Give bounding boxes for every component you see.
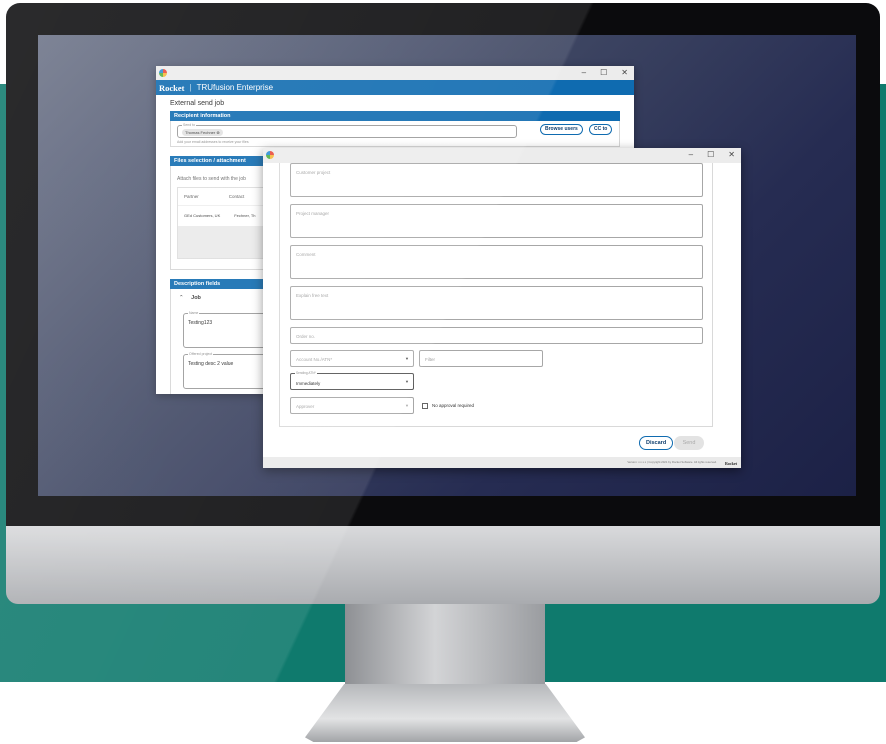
offered-project-field[interactable]: Offered project Testing desc 2 value [183, 352, 273, 389]
job-details-window: – ☐ ✕ Customer project Project manager C… [263, 148, 741, 468]
maximize-icon[interactable]: ☐ [600, 66, 607, 80]
send-button[interactable]: Send [674, 436, 704, 450]
app-icon [266, 151, 274, 159]
job-name-value: Testing123 [188, 320, 213, 326]
monitor-chin [6, 526, 880, 604]
no-approval-label: No approval required [432, 403, 475, 408]
minimize-icon[interactable]: – [582, 66, 586, 80]
recipient-section-header: Recipient information [170, 111, 620, 121]
offered-project-label: Offered project [188, 352, 214, 356]
chevron-up-icon: ⌃ [179, 295, 184, 301]
column-partner[interactable]: Partner [184, 194, 199, 199]
customer-project-field[interactable]: Customer project [290, 163, 703, 197]
job-name-label: Name [188, 311, 200, 315]
page-title: External send job [170, 100, 225, 107]
approver-placeholder: Approver [296, 404, 315, 409]
cc-to-button[interactable]: CC to [589, 124, 613, 135]
no-approval-checkbox[interactable] [422, 403, 428, 409]
sending-value: Immediately [296, 381, 321, 386]
order-no-placeholder: Order no. [296, 334, 316, 339]
send-to-hint: Add your email addresses to receive your… [177, 140, 249, 144]
marketing-stage: – ☐ ✕ Rocket | TRUfusion Enterprise Exte… [0, 0, 886, 744]
discard-button[interactable]: Discard [639, 436, 674, 450]
minimize-icon[interactable]: – [689, 148, 693, 162]
dropdown-arrow-icon: ▼ [405, 379, 409, 384]
approver-select[interactable]: Approver ▼ [290, 397, 414, 414]
form-frame: Customer project Project manager Comment… [279, 163, 713, 427]
sending-label: Sending ATN* [295, 371, 317, 375]
job-group-label: Job [191, 295, 201, 301]
browse-users-button[interactable]: Browse users [540, 124, 583, 135]
comment-placeholder: Comment [296, 252, 316, 257]
recipient-section: Send to Thomas Fechner ⊗ Add your email … [170, 121, 620, 147]
recipient-chip[interactable]: Thomas Fechner ⊗ [182, 129, 223, 136]
cell-partner: GEd Customers, UK [184, 213, 221, 218]
close-icon[interactable]: ✕ [621, 66, 628, 80]
sending-select[interactable]: Sending ATN* Immediately ▼ [290, 371, 414, 390]
explain-free-text-field[interactable]: Explain free text [290, 286, 703, 320]
project-manager-placeholder: Project manager [296, 211, 330, 216]
filter-field[interactable]: Filter [419, 350, 543, 367]
monitor-stand-base [305, 684, 585, 742]
project-manager-field[interactable]: Project manager [290, 204, 703, 238]
footer: Version: x.x.x.x | Copyright 2021 by Roc… [263, 457, 741, 468]
close-icon[interactable]: ✕ [728, 148, 735, 162]
order-no-field[interactable]: Order no. [290, 327, 703, 344]
account-no-placeholder: Account No./ATN* [296, 357, 333, 362]
job-name-field[interactable]: Name Testing123 [183, 311, 273, 348]
send-to-field[interactable]: Send to Thomas Fechner ⊗ [177, 123, 517, 138]
cell-contact: Fechner, Th [234, 213, 256, 218]
dropdown-arrow-icon: ▼ [405, 403, 409, 408]
column-contact[interactable]: Contact [229, 194, 245, 199]
copyright-text: Version: x.x.x.x | Copyright 2021 by Roc… [627, 460, 717, 464]
footer-rocket-logo: Rocket [725, 461, 737, 466]
customer-project-placeholder: Customer project [296, 170, 331, 175]
window-titlebar: – ☐ ✕ [156, 66, 634, 80]
brand-separator: | [189, 83, 192, 92]
brand-bar: Rocket | TRUfusion Enterprise [156, 80, 634, 95]
explain-free-text-placeholder: Explain free text [296, 293, 329, 298]
send-to-label: Send to [182, 123, 197, 127]
maximize-icon[interactable]: ☐ [707, 148, 714, 162]
product-name: TRUfusion Enterprise [196, 83, 274, 92]
app-icon [159, 69, 167, 77]
filter-placeholder: Filter [425, 357, 435, 362]
monitor-stand-neck [345, 604, 545, 686]
dropdown-arrow-icon: ▼ [405, 356, 409, 361]
comment-field[interactable]: Comment [290, 245, 703, 279]
window-titlebar: – ☐ ✕ [263, 148, 741, 163]
offered-project-value: Testing desc 2 value [188, 361, 234, 367]
rocket-logo: Rocket [159, 82, 185, 93]
account-no-select[interactable]: Account No./ATN* ▼ [290, 350, 414, 367]
